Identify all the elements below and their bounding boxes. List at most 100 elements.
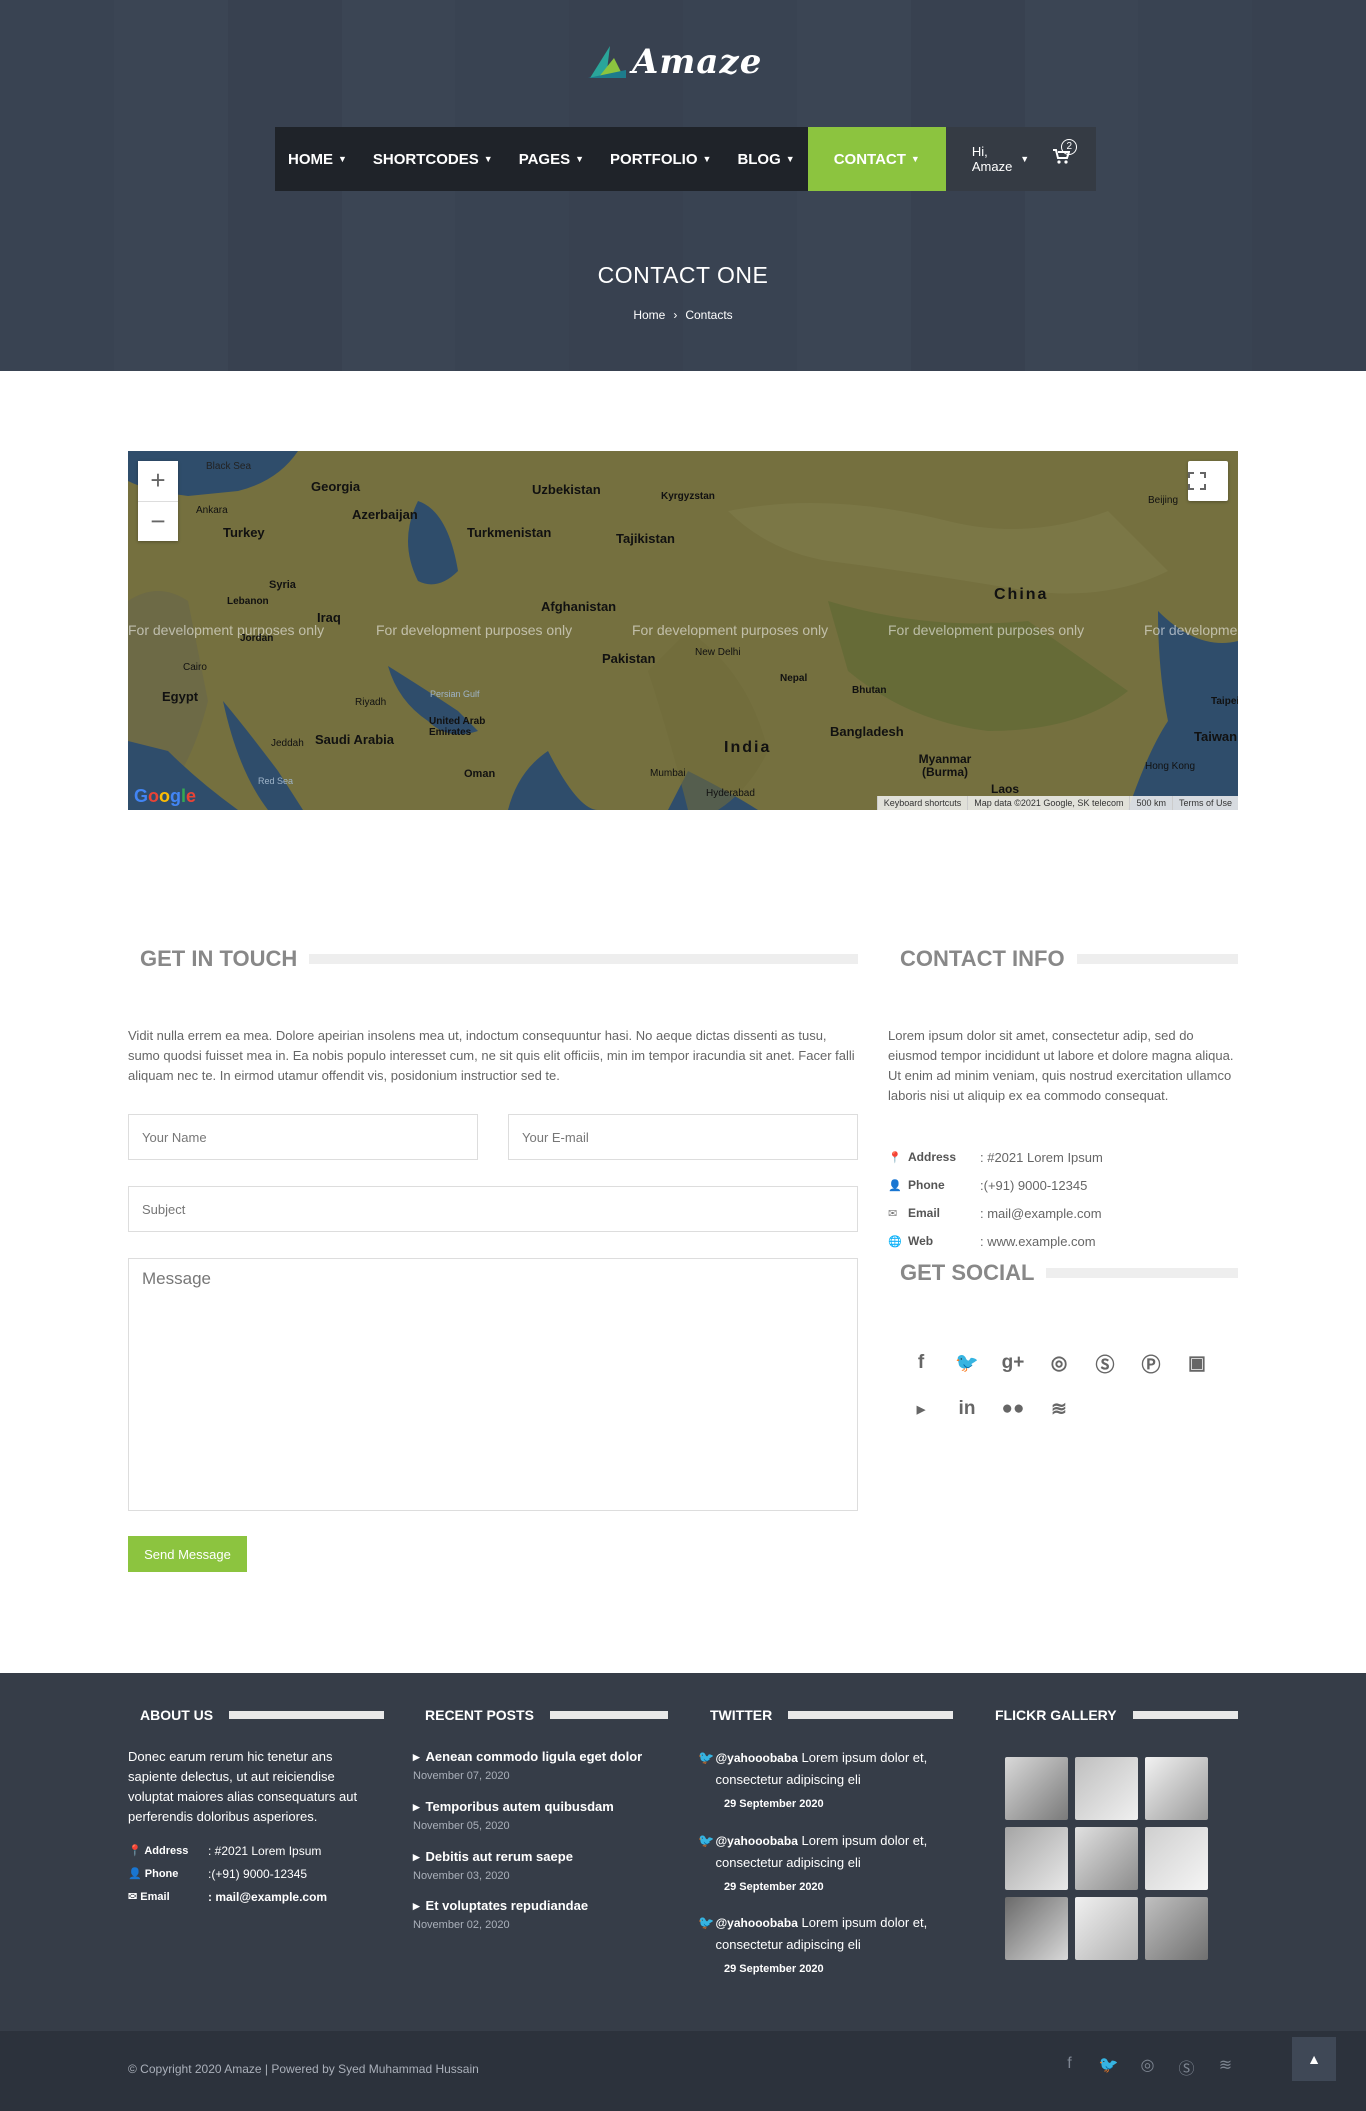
breadcrumb-home[interactable]: Home [633, 308, 665, 322]
rss-icon[interactable]: ≋ [1206, 2055, 1245, 2079]
about-us-text: Donec earum rerum hic tenetur ans sapien… [128, 1749, 358, 1824]
map-label: Syria [269, 579, 296, 591]
map-fullscreen-button[interactable] [1188, 461, 1228, 501]
google-plus-icon[interactable]: g+ [990, 1340, 1036, 1386]
skype-icon[interactable]: Ⓢ [1082, 1340, 1128, 1386]
map-label: Myanmar (Burma) [918, 752, 972, 779]
map-label: Persian Gulf [430, 689, 480, 699]
map-label: Turkey [223, 525, 265, 540]
caret-down-icon: ▼ [575, 154, 585, 164]
user-icon: 👤 [888, 1179, 902, 1192]
linkedin-icon[interactable]: in [944, 1386, 990, 1432]
fullscreen-icon [1188, 472, 1206, 490]
keyboard-shortcuts-link[interactable]: Keyboard shortcuts [876, 796, 968, 810]
footer-social-icons: f 🐦 ◎ Ⓢ ≋ [1050, 2055, 1245, 2079]
map-label: Bangladesh [830, 724, 904, 739]
gallery-thumbnail[interactable] [1005, 1827, 1068, 1890]
tweet: 🐦 @yahooobaba Lorem ipsum dolor et, conse… [698, 1912, 958, 1975]
map-watermark: For development purposes only [128, 622, 325, 638]
pinterest-icon[interactable]: Ⓟ [1128, 1340, 1174, 1386]
email-input[interactable]: Your E-mail [508, 1114, 858, 1160]
gallery-thumbnail[interactable] [1075, 1897, 1138, 1960]
map-label: United Arab Emirates [429, 716, 486, 738]
get-social-heading: GET SOCIAL [900, 1260, 1238, 1286]
twitter-icon[interactable]: 🐦 [944, 1340, 990, 1386]
recent-posts-list: Aenean commodo ligula eget dolorNovember… [413, 1749, 673, 1948]
contact-info-text: Lorem ipsum dolor sit amet, consectetur … [888, 1028, 1234, 1103]
site-logo[interactable]: Amaze [588, 42, 762, 82]
gallery-thumbnail[interactable] [1145, 1897, 1208, 1960]
gallery-thumbnail[interactable] [1005, 1897, 1068, 1960]
skype-icon[interactable]: Ⓢ [1167, 2055, 1206, 2079]
map-label: Ankara [196, 505, 228, 516]
map-label: Taiwan [1194, 729, 1238, 744]
tweet: 🐦 @yahooobaba Lorem ipsum dolor et, conse… [698, 1830, 958, 1912]
breadcrumb-separator: › [673, 308, 678, 322]
zoom-in-button[interactable]: + [138, 461, 178, 501]
contact-info-heading: CONTACT INFO [900, 946, 1238, 972]
site-footer: ABOUT US Donec earum rerum hic tenetur a… [0, 1673, 1366, 2031]
nav-blog[interactable]: BLOG ▼ [724, 127, 807, 191]
instagram-icon[interactable]: ▣ [1174, 1340, 1220, 1386]
map-label: Saudi Arabia [315, 732, 394, 747]
subject-input[interactable]: Subject [128, 1186, 858, 1232]
user-icon: 👤 [128, 1868, 145, 1880]
rss-icon[interactable]: ≋ [1036, 1386, 1082, 1432]
flickr-icon[interactable]: ●● [990, 1386, 1036, 1432]
flickr-gallery-heading: FLICKR GALLERY [995, 1707, 1238, 1723]
gallery-thumbnail[interactable] [1145, 1827, 1208, 1890]
map-label: Mumbai [650, 768, 686, 779]
footer-bottom-bar: © Copyright 2020 Amaze | Powered by Syed… [0, 2031, 1366, 2111]
caret-down-icon: ▼ [702, 154, 712, 164]
list-item: Debitis aut rerum saepeNovember 03, 2020 [413, 1849, 673, 1898]
dribbble-icon[interactable]: ◎ [1036, 1340, 1082, 1386]
nav-pages[interactable]: PAGES ▼ [506, 127, 597, 191]
message-textarea[interactable]: Message [128, 1258, 858, 1511]
map-label: Iraq [317, 610, 341, 625]
breadcrumb-current: Contacts [685, 308, 733, 322]
map-marker-icon: 📍 [888, 1151, 902, 1164]
map-zoom-controls: + − [138, 461, 178, 541]
tweet: 🐦 @yahooobaba Lorem ipsum dolor et, conse… [698, 1747, 958, 1830]
back-to-top-button[interactable]: ▲ [1292, 2037, 1336, 2081]
nav-shortcodes[interactable]: SHORTCODES ▼ [360, 127, 506, 191]
nav-portfolio[interactable]: PORTFOLIO ▼ [597, 127, 724, 191]
google-map[interactable]: For development purposes only For develo… [128, 451, 1238, 810]
facebook-icon[interactable]: f [898, 1340, 944, 1386]
cart-button[interactable]: 2 [1053, 139, 1078, 169]
dribbble-icon[interactable]: ◎ [1128, 2055, 1167, 2079]
map-label: Laos [991, 782, 1020, 796]
map-label: Hong Kong [1145, 761, 1196, 772]
map-label: Riyadh [355, 697, 387, 708]
map-watermark: For development purposes only [888, 622, 1085, 638]
map-watermark: For development purposes only [376, 622, 573, 638]
gallery-thumbnail[interactable] [1005, 1757, 1068, 1820]
map-label: Black Sea [206, 461, 252, 472]
map-label: Nepal [780, 673, 808, 684]
google-logo[interactable]: Google [134, 786, 196, 807]
youtube-icon[interactable]: ▶ [898, 1386, 944, 1432]
terms-of-use-link[interactable]: Terms of Use [1171, 796, 1238, 810]
map-label: Cairo [183, 662, 207, 673]
nav-home[interactable]: HOME ▼ [275, 127, 360, 191]
tweet-list: 🐦 @yahooobaba Lorem ipsum dolor et, conse… [698, 1747, 958, 1975]
map-label: Pakistan [602, 651, 656, 666]
name-input[interactable]: Your Name [128, 1114, 478, 1160]
twitter-icon[interactable]: 🐦 [1089, 2055, 1128, 2079]
twitter-icon: 🐦 [698, 1915, 715, 1930]
get-in-touch-heading: GET IN TOUCH [140, 946, 858, 972]
gallery-thumbnail[interactable] [1075, 1757, 1138, 1820]
gallery-thumbnail[interactable] [1075, 1827, 1138, 1890]
zoom-out-button[interactable]: − [138, 501, 178, 541]
map-scale[interactable]: 500 km [1129, 796, 1172, 810]
caret-down-icon: ▼ [785, 154, 795, 164]
user-menu[interactable]: Hi, Amaze ▼ 2 [945, 127, 1097, 191]
facebook-icon[interactable]: f [1050, 2055, 1089, 2079]
gallery-thumbnail[interactable] [1145, 1757, 1208, 1820]
send-message-button[interactable]: Send Message [128, 1536, 247, 1572]
contact-address: 📍 Address: #2021 Lorem Ipsum [888, 1149, 1103, 1165]
map-label: Kyrgyzstan [661, 491, 715, 502]
map-label: Jordan [240, 633, 274, 644]
twitter-icon: 🐦 [698, 1750, 715, 1765]
nav-contact[interactable]: CONTACT ▼ [807, 127, 946, 191]
